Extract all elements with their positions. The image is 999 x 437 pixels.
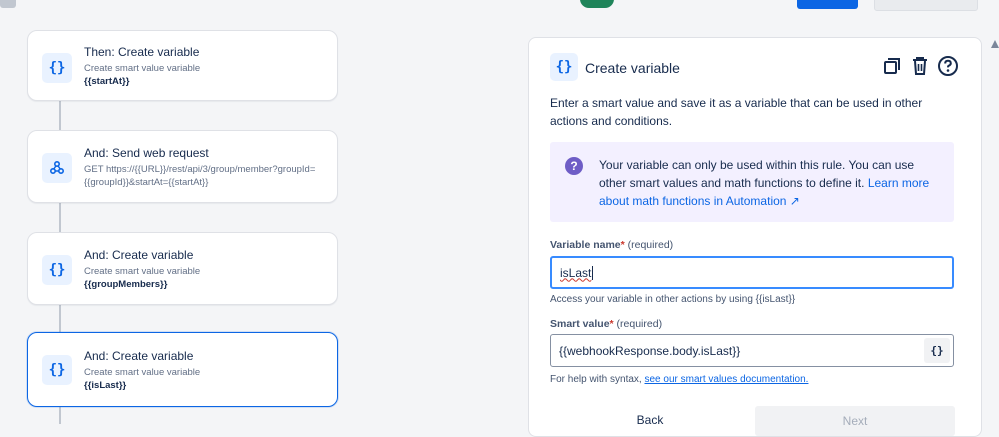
- variable-name-value: isLast: [560, 265, 592, 280]
- flow-connector: [59, 406, 61, 424]
- back-button[interactable]: Back: [550, 406, 750, 434]
- top-toolbar: [0, 0, 999, 11]
- flow-connector: [59, 304, 61, 332]
- step-description: Create smart value variable: [84, 63, 201, 74]
- help-icon[interactable]: [937, 53, 959, 79]
- step-description: GET https://{{URL}}/rest/api/3/group/mem…: [84, 164, 316, 188]
- rule-step-card-selected[interactable]: {} And: Create variable Create smart val…: [27, 332, 338, 407]
- variable-name-help: Access your variable in other actions by…: [550, 294, 796, 305]
- rule-step-card[interactable]: {} Then: Create variable Create smart va…: [27, 30, 338, 101]
- text-caret: [592, 265, 594, 280]
- next-button[interactable]: Next: [755, 406, 955, 436]
- step-title: Then: Create variable: [84, 45, 200, 59]
- flow-connector: [59, 202, 61, 232]
- smart-value-label: Smart value* (required): [550, 318, 663, 330]
- variable-name-input[interactable]: isLast: [550, 256, 954, 289]
- step-title: And: Send web request: [84, 146, 209, 160]
- panel-description: Enter a smart value and save it as a var…: [550, 96, 923, 128]
- variable-icon: {}: [42, 53, 72, 83]
- info-text: Your variable can only be used within th…: [599, 158, 930, 208]
- info-message: ? Your variable can only be used within …: [550, 142, 954, 222]
- step-variable: {{startAt}}: [84, 76, 130, 87]
- variable-icon: {}: [42, 255, 72, 285]
- primary-action-button[interactable]: [797, 0, 858, 9]
- step-title: And: Create variable: [84, 248, 194, 262]
- panel-title: Create variable: [585, 60, 680, 76]
- smart-value-text: {{webhookResponse.body.isLast}}: [559, 343, 741, 358]
- panel-actions: [881, 53, 959, 79]
- smart-values-docs-link[interactable]: see our smart values documentation.: [644, 374, 808, 385]
- step-variable: {{groupMembers}}: [84, 279, 168, 290]
- rule-step-card[interactable]: And: Send web request GET https://{{URL}…: [27, 130, 338, 203]
- question-icon: ?: [565, 157, 583, 175]
- trash-icon[interactable]: [909, 53, 931, 79]
- menu-icon[interactable]: [0, 0, 16, 8]
- rule-step-card[interactable]: {} And: Create variable Create smart val…: [27, 232, 338, 305]
- step-variable: {{isLast}}: [84, 380, 127, 391]
- variable-icon: {}: [550, 53, 578, 81]
- secondary-action-button[interactable]: [874, 0, 978, 11]
- config-panel: {} Create variable Enter a smart value a…: [528, 37, 982, 437]
- smart-value-help: For help with syntax, see our smart valu…: [550, 374, 809, 385]
- step-title: And: Create variable: [84, 349, 194, 363]
- scroll-up-arrow[interactable]: [991, 40, 999, 48]
- step-description: Create smart value variable: [84, 266, 201, 277]
- rule-enabled-toggle[interactable]: [580, 0, 614, 8]
- webhook-icon: [42, 153, 72, 183]
- variable-icon: {}: [42, 355, 72, 385]
- variable-name-label: Variable name* (required): [550, 239, 674, 251]
- smart-value-input[interactable]: {{webhookResponse.body.isLast}} {}: [550, 334, 954, 367]
- smart-value-picker-button[interactable]: {}: [924, 338, 950, 363]
- copy-icon[interactable]: [881, 53, 903, 79]
- flow-connector: [59, 100, 61, 130]
- step-description: Create smart value variable: [84, 367, 201, 378]
